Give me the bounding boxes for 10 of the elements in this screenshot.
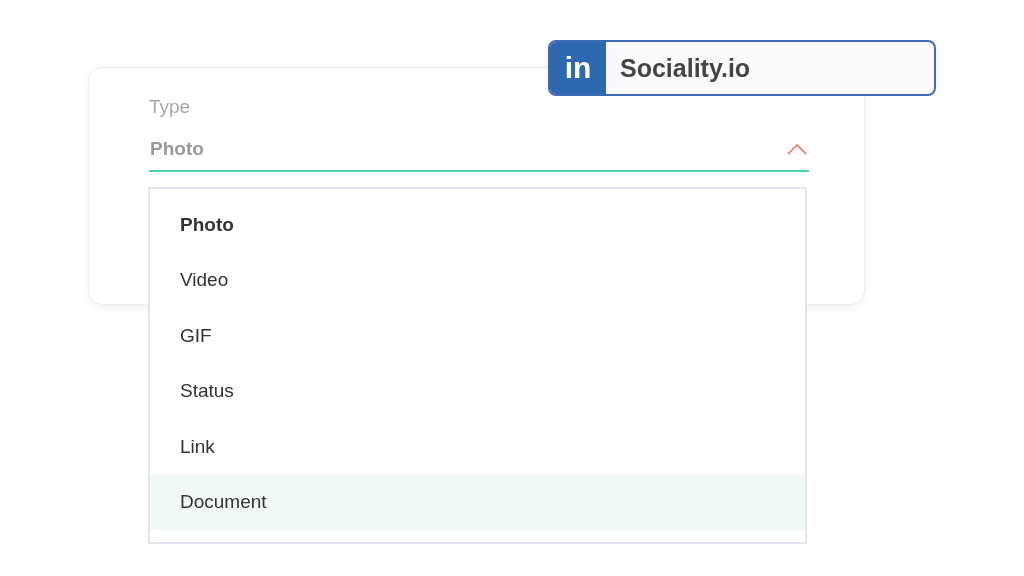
account-name: Sociality.io <box>619 52 751 84</box>
dropdown-option[interactable]: GIF <box>150 308 805 364</box>
dropdown-option[interactable]: Photo <box>150 197 805 253</box>
field-label: Type <box>149 96 192 118</box>
dropdown-option[interactable]: Status <box>150 363 805 419</box>
network-logo: in <box>550 42 606 94</box>
dropdown-option[interactable]: Document <box>150 474 805 530</box>
dropdown-option[interactable]: Link <box>150 419 805 475</box>
chevron-up-icon <box>787 143 807 155</box>
dropdown-option[interactable]: Video <box>150 252 805 308</box>
